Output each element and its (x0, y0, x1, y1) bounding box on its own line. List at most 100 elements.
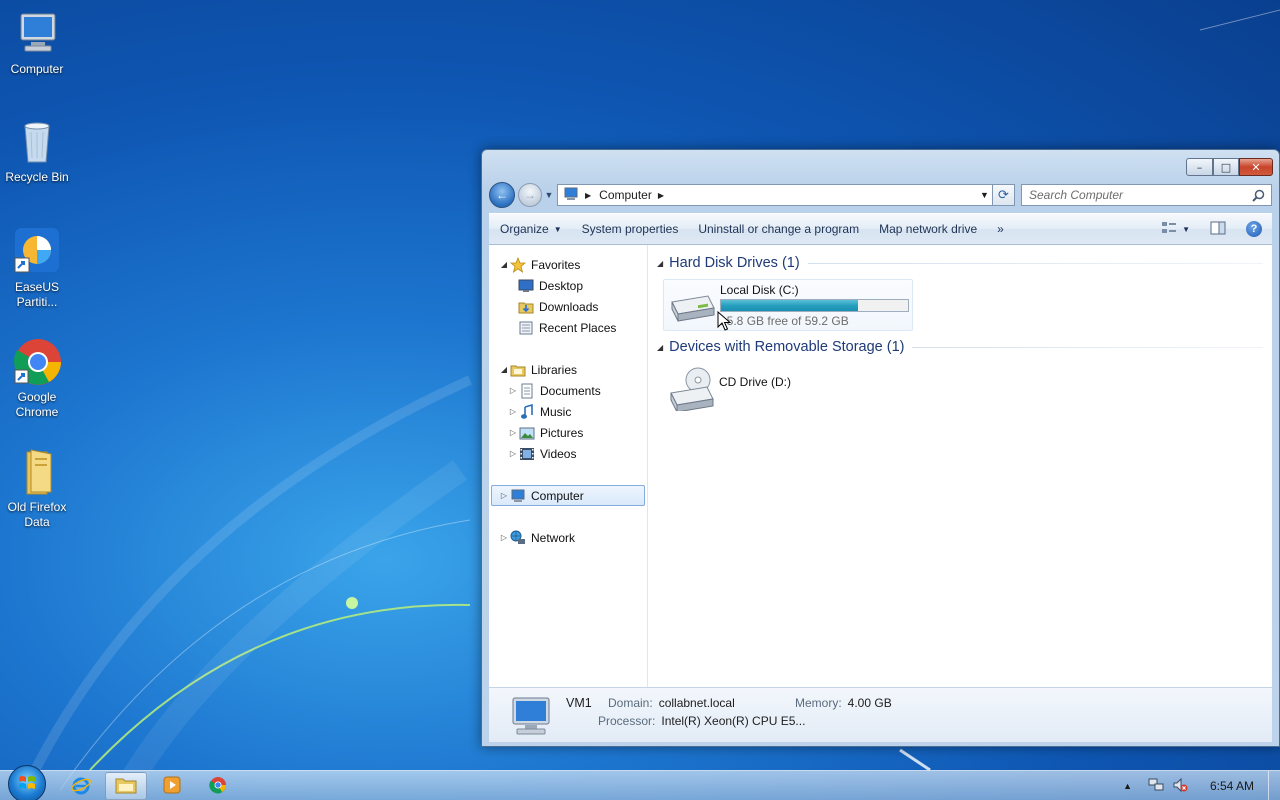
map-network-drive-button[interactable]: Map network drive (869, 214, 987, 244)
group-divider (807, 262, 1263, 264)
desktop-icon (518, 278, 534, 294)
view-options-icon (1161, 221, 1177, 238)
expanded-triangle-icon[interactable]: ◢ (657, 343, 663, 352)
nav-computer[interactable]: ▷ Computer (491, 485, 645, 506)
explorer-body: ◢ Favorites Desktop Downloads Recent Pla… (489, 245, 1272, 687)
collapsed-triangle-icon[interactable]: ▷ (498, 491, 510, 500)
computer-icon (13, 10, 61, 58)
documents-icon (519, 383, 535, 399)
search-box[interactable] (1021, 184, 1272, 206)
breadcrumb-separator-icon[interactable]: ▶ (658, 191, 664, 200)
refresh-button[interactable]: ⟳ (993, 184, 1015, 206)
system-properties-button[interactable]: System properties (572, 214, 689, 244)
group-header-removable-storage[interactable]: ◢ Devices with Removable Storage (1) (657, 337, 1263, 357)
group-title: Devices with Removable Storage (1) (669, 339, 905, 355)
computer-name: VM1 (566, 696, 592, 710)
nav-recent-places[interactable]: Recent Places (489, 317, 647, 338)
expanded-triangle-icon[interactable]: ◢ (498, 260, 510, 269)
nav-label: Music (540, 404, 572, 419)
nav-downloads[interactable]: Downloads (489, 296, 647, 317)
collapsed-triangle-icon[interactable]: ▷ (507, 407, 519, 416)
desktop-icon-old-firefox-data[interactable]: Old Firefox Data (2, 448, 72, 530)
nav-desktop[interactable]: Desktop (489, 275, 647, 296)
help-button[interactable]: ? (1236, 221, 1272, 237)
processor-row: Processor: Intel(R) Xeon(R) CPU E5... (598, 714, 805, 728)
nav-favorites[interactable]: ◢ Favorites (489, 254, 647, 275)
libraries-icon (510, 362, 526, 378)
group-title: Hard Disk Drives (1) (669, 255, 800, 271)
organize-label: Organize (500, 222, 549, 236)
command-bar: Organize ▼ System properties Uninstall or… (489, 213, 1272, 245)
nav-label: Computer (531, 488, 584, 503)
cd-drive-icon (667, 367, 715, 414)
drive-local-disk-c[interactable]: Local Disk (C:) 15.8 GB free of 59.2 GB (663, 279, 913, 331)
close-button[interactable]: ✕ (1239, 158, 1273, 176)
computer-small-icon (563, 186, 579, 205)
address-bar[interactable]: ▶ Computer ▶ ▼ (557, 184, 993, 206)
domain-row: Domain: collabnet.local (608, 696, 735, 710)
collapsed-triangle-icon[interactable]: ▷ (498, 533, 510, 542)
nav-documents[interactable]: ▷ Documents (489, 380, 647, 401)
back-button[interactable]: ← (489, 182, 515, 208)
preview-pane-icon (1210, 221, 1226, 238)
explorer-window[interactable]: – □ ✕ ← → ▼ ▶ Computer ▶ ▼ ⟳ Organize ▼ S… (481, 149, 1280, 747)
taskbar-internet-explorer[interactable] (60, 772, 102, 800)
videos-icon (519, 446, 535, 462)
navigation-pane[interactable]: ◢ Favorites Desktop Downloads Recent Pla… (489, 245, 648, 687)
nav-music[interactable]: ▷ Music (489, 401, 647, 422)
address-dropdown-icon[interactable]: ▼ (976, 185, 992, 205)
volume-muted-icon[interactable] (1172, 777, 1188, 796)
expanded-triangle-icon[interactable]: ◢ (498, 365, 510, 374)
more-commands-button[interactable]: » (987, 214, 1014, 244)
change-view-button[interactable]: ▼ (1151, 221, 1200, 238)
preview-pane-button[interactable] (1200, 221, 1236, 238)
group-header-hard-disk-drives[interactable]: ◢ Hard Disk Drives (1) (657, 253, 1263, 273)
desktop-icon-computer[interactable]: Computer (2, 10, 72, 77)
start-button[interactable] (8, 765, 46, 800)
desktop-icon-label: Old Firefox Data (7, 500, 67, 529)
show-hidden-icons-icon[interactable]: ▲ (1123, 781, 1132, 791)
network-icon (510, 530, 526, 546)
recent-pages-dropdown[interactable]: ▼ (543, 190, 555, 200)
drive-cd-d[interactable]: CD Drive (D:) (663, 363, 1263, 417)
forward-arrow-icon: → (524, 188, 536, 202)
refresh-icon: ⟳ (998, 187, 1009, 202)
taskbar-chrome[interactable] (197, 772, 239, 800)
organize-button[interactable]: Organize ▼ (489, 214, 572, 244)
content-pane[interactable]: ◢ Hard Disk Drives (1) Local Disk (C:) 1… (648, 245, 1272, 687)
desktop-icon-easeus[interactable]: EaseUS Partiti... (2, 228, 72, 310)
taskbar-media-player[interactable] (151, 772, 193, 800)
desktop-icon-chrome[interactable]: Google Chrome (2, 338, 72, 420)
folder-icon (13, 448, 61, 496)
nav-pictures[interactable]: ▷ Pictures (489, 422, 647, 443)
expanded-triangle-icon[interactable]: ◢ (657, 259, 663, 268)
collapsed-triangle-icon[interactable]: ▷ (507, 386, 519, 395)
network-status-icon[interactable] (1148, 777, 1164, 796)
nav-libraries[interactable]: ◢ Libraries (489, 359, 647, 380)
desktop-icon-label: Google Chrome (15, 390, 59, 419)
system-tray: ▲ 6:54 AM (1123, 771, 1280, 800)
minimize-button[interactable]: – (1186, 158, 1213, 176)
nav-videos[interactable]: ▷ Videos (489, 443, 647, 464)
nav-network[interactable]: ▷ Network (489, 527, 647, 548)
breadcrumb-separator-icon[interactable]: ▶ (585, 191, 591, 200)
breadcrumb-computer[interactable]: Computer (599, 188, 652, 202)
clock[interactable]: 6:54 AM (1196, 779, 1268, 793)
details-pane: VM1 Domain: collabnet.local Memory: 4.00… (489, 687, 1272, 742)
collapsed-triangle-icon[interactable]: ▷ (507, 449, 519, 458)
uninstall-program-button[interactable]: Uninstall or change a program (688, 214, 869, 244)
domain-label: Domain: (608, 696, 653, 710)
chevron-down-icon: ▼ (1182, 224, 1190, 234)
show-desktop-button[interactable] (1268, 771, 1280, 800)
maximize-icon: □ (1220, 160, 1232, 174)
desktop-icon-recycle-bin[interactable]: Recycle Bin (2, 118, 72, 185)
music-icon (519, 403, 535, 420)
nav-label: Pictures (540, 425, 584, 440)
pictures-icon (519, 425, 535, 441)
forward-button[interactable]: → (518, 183, 542, 207)
taskbar-windows-explorer[interactable] (105, 772, 147, 800)
maximize-button[interactable]: □ (1213, 158, 1239, 176)
collapsed-triangle-icon[interactable]: ▷ (507, 428, 519, 437)
nav-label: Documents (540, 383, 601, 398)
search-input[interactable] (1029, 188, 1239, 202)
